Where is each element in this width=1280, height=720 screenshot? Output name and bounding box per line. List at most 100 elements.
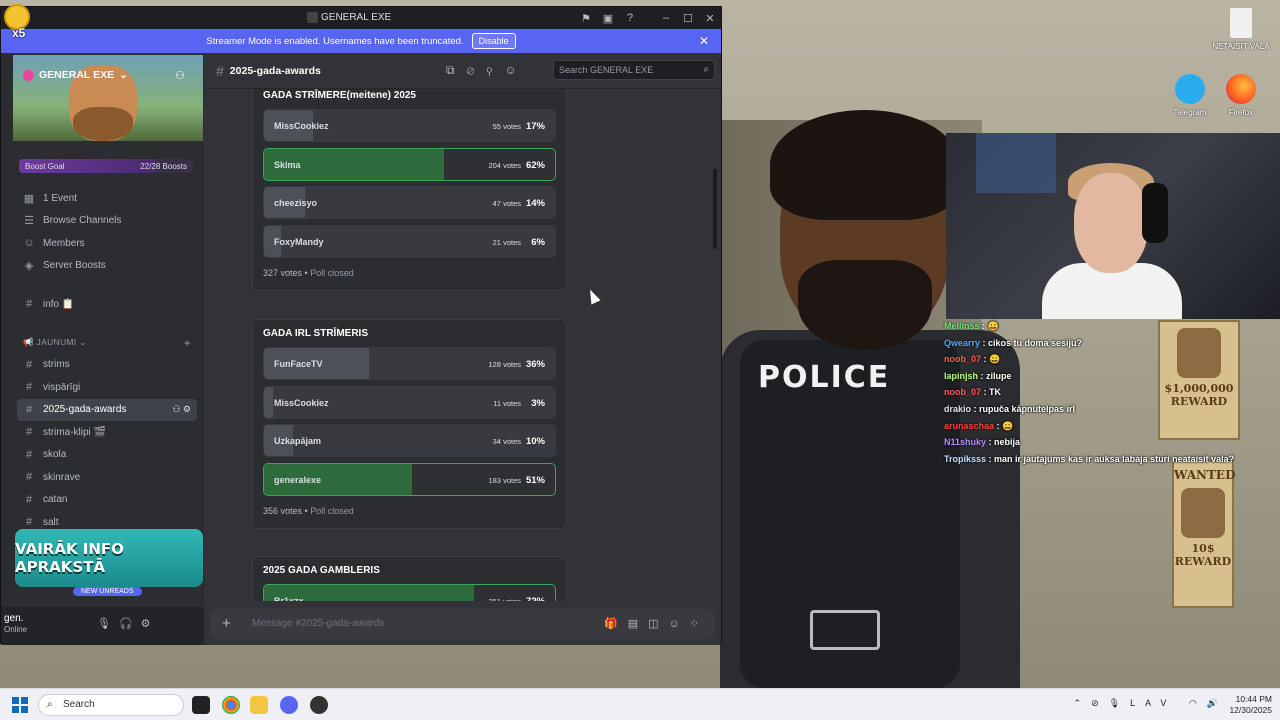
taskbar-search-label: Search — [63, 699, 95, 710]
task-view-icon[interactable] — [192, 696, 210, 714]
officer-beard — [798, 260, 932, 350]
user-controls: 🎙🎧⚙ — [97, 617, 159, 630]
channel-settings-icon[interactable]: ⚇ ⚙ — [172, 404, 191, 415]
background-light — [976, 133, 1056, 193]
channel-label: salt — [43, 516, 59, 528]
clock[interactable]: 10:44 PM 12/30/2025 — [1229, 694, 1272, 716]
poll-option-label: Uzkapājam — [274, 436, 322, 447]
add-attachment-icon[interactable]: + — [222, 615, 231, 632]
hash-icon: # — [25, 493, 33, 506]
pin-icon[interactable]: ⚲ — [486, 63, 504, 77]
poll-option[interactable]: cheezisyo 47 votes 14% — [263, 186, 556, 220]
emoji-icon[interactable]: ☺ — [669, 618, 690, 630]
scrollbar[interactable] — [713, 169, 717, 249]
server-menu-item[interactable]: ▦ 1 Event — [17, 187, 197, 210]
poll-option[interactable]: FunFaceTV 128 votes 36% — [263, 347, 556, 380]
sidebar-item-channel[interactable]: # skola — [17, 444, 197, 467]
threads-icon[interactable]: ⧉ — [446, 63, 467, 77]
poll-option[interactable]: Uzkapājam 34 votes 10% — [263, 424, 556, 458]
gift-icon[interactable]: 🎁 — [604, 618, 628, 630]
poll-total: 356 votes — [263, 506, 303, 517]
emote-count: x5 — [12, 26, 26, 40]
poll-option[interactable]: MissCookiez 55 votes 17% — [263, 109, 556, 142]
help-icon[interactable]: ? — [619, 12, 641, 24]
poll-option[interactable]: MissCookiez 11 votes 3% — [263, 385, 556, 419]
microphone-icon[interactable]: 🎙 — [97, 618, 119, 630]
sidebar-item-channel[interactable]: # strima-klipi 🎬 — [17, 421, 197, 444]
channel-label: skinrave — [43, 471, 81, 483]
gear-icon[interactable]: ⚙ — [141, 618, 159, 630]
menu-item-label: 1 Event — [43, 192, 77, 204]
close-icon[interactable]: ✕ — [699, 12, 721, 25]
sticker-icon[interactable]: ◫ — [648, 618, 668, 630]
server-menu-item[interactable]: ◈ Server Boosts — [17, 255, 197, 278]
poll-option[interactable]: FoxyMandy 21 votes 6% — [263, 225, 556, 259]
poll-option-votes: 34 votes — [492, 437, 521, 447]
members-icon[interactable]: ☺ — [504, 63, 528, 77]
chevron-down-icon: ⌄ — [119, 69, 128, 81]
app-icon[interactable] — [310, 696, 328, 714]
chat-message: arunaschaa : 😀 — [944, 420, 1014, 431]
disable-button[interactable]: Disable — [471, 33, 516, 49]
sidebar-item-channel[interactable]: # catan — [17, 489, 197, 512]
poll-option[interactable]: generalexe 183 votes 51% — [263, 463, 556, 497]
boost-goal[interactable]: Boost Goal 22/28 Boosts — [19, 159, 193, 173]
close-icon[interactable]: ✕ — [699, 34, 709, 48]
add-channel-icon[interactable]: + — [184, 336, 191, 350]
message-input[interactable]: Message #2025-gada-awards — [252, 618, 384, 629]
gif-icon[interactable]: ▤ — [628, 618, 648, 630]
sidebar-item-channel[interactable]: # vispārīgi — [17, 376, 197, 399]
windows-start-icon[interactable] — [12, 697, 28, 713]
poll-option[interactable]: Skima 204 votes 62% — [263, 147, 556, 181]
server-menu-item[interactable]: ☺ Members — [17, 232, 197, 255]
search-input[interactable]: Search GENERAL EXE ⌕ — [553, 60, 715, 80]
chat-text: TK — [989, 387, 1002, 398]
poll-option[interactable]: Br1xzx 251 votes 72% — [263, 584, 556, 601]
category-header[interactable]: 📢 JAUNUMI ⌄ + — [17, 332, 197, 354]
channel-label: vispārīgi — [43, 381, 81, 393]
boost-icon: ◈ — [24, 260, 34, 273]
screen-icon[interactable]: ▣ — [597, 12, 619, 25]
chevron-up-icon[interactable]: ⌃ — [1074, 698, 1092, 708]
taskbar-search[interactable]: ⌕ Search — [38, 694, 184, 716]
desktop-icon-netaisit[interactable]: NETAISIT VALA — [1211, 8, 1271, 51]
sidebar-item-info[interactable]: # info 📋 — [17, 293, 197, 316]
language-indicator[interactable]: LAV — [1130, 698, 1176, 708]
headphones-icon[interactable]: 🎧 — [119, 618, 141, 630]
webcam-feed — [946, 133, 1280, 319]
server-menu-item[interactable]: ☰ Browse Channels — [17, 210, 197, 233]
microphone-icon[interactable]: 🎙 — [1109, 698, 1130, 708]
sidebar-item-channel[interactable]: #2025-gada-awards ⚇ ⚙ — [17, 398, 197, 421]
file-explorer-icon[interactable] — [250, 696, 268, 714]
chat-text: cikos tu doma sesiju? — [988, 337, 1083, 348]
apps-icon[interactable]: ⁘ — [690, 618, 709, 630]
chat-message: noob_07 : TK — [944, 387, 1002, 398]
poll-option-percent: 62% — [525, 159, 545, 171]
volume-icon[interactable]: 🔊 — [1207, 698, 1228, 708]
sidebar-item-channel[interactable]: # skinrave — [17, 466, 197, 489]
discord-icon[interactable] — [280, 696, 298, 714]
wifi-icon[interactable]: ◠ — [1189, 698, 1207, 708]
sidebar-item-channel[interactable]: # strims — [17, 354, 197, 377]
boost-count: 22/28 Boosts — [140, 162, 187, 171]
network-off-icon[interactable]: ⊘ — [1091, 698, 1109, 708]
poll-card: GADA STRĪMERE(meitene) 2025 MissCookiez … — [252, 89, 567, 292]
user-status: Online — [4, 625, 28, 634]
desktop-icon-firefox[interactable]: Firefox — [1211, 74, 1271, 117]
chrome-icon[interactable] — [222, 696, 240, 714]
message-composer[interactable]: + Message #2025-gada-awards 🎁▤◫☺⁘ — [210, 609, 715, 639]
server-name[interactable]: GENERAL EXE ⌄ — [23, 69, 128, 81]
header-icons: ⧉⊘⚲☺ — [446, 63, 529, 78]
minimize-icon[interactable]: – — [655, 12, 677, 24]
taskbar: ⌕ Search ⌃⊘🎙LAV ◠🔊 10:44 PM 12/30/2025 — [0, 688, 1280, 720]
chat-message: Tropiksss : man ir jautajums kas ir auks… — [944, 453, 1235, 464]
promo-banner[interactable]: VAIRĀK INFO APRAKSTĀ — [15, 529, 203, 587]
username[interactable]: gen. — [4, 613, 23, 624]
new-unreads-pill[interactable]: NEW UNREADS — [73, 587, 142, 596]
channel-title: 2025-gada-awards — [229, 64, 321, 77]
maximize-icon[interactable]: ☐ — [677, 12, 699, 25]
flag-icon[interactable]: ⚑ — [575, 12, 597, 25]
notification-icon[interactable]: ⊘ — [467, 63, 487, 77]
desktop-icon-label: NETAISIT VALA — [1212, 42, 1270, 51]
invite-icon[interactable]: ⚇ — [175, 69, 185, 82]
